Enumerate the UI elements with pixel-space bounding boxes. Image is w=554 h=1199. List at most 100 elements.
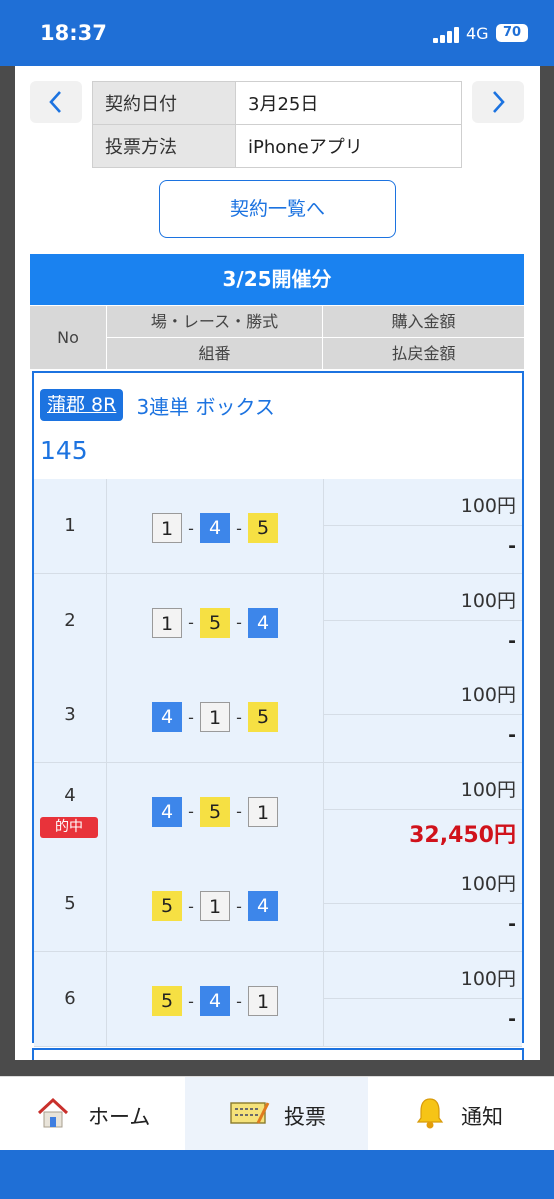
- bell-icon: [416, 1098, 444, 1129]
- status-bar: 18:37 4G 70: [0, 0, 554, 66]
- bet-row: 5 5-1-4 100円 -: [34, 857, 522, 953]
- selected-numbers: 145: [40, 436, 88, 465]
- col-payout: 払戻金額: [323, 338, 524, 369]
- vote-method-value: iPhoneアプリ: [235, 124, 462, 168]
- next-button[interactable]: [472, 81, 524, 123]
- bet-row: 6 5-4-1 100円 -: [34, 952, 522, 1047]
- combo: 1-5-4: [107, 607, 323, 638]
- tab-vote-label: 投票: [284, 1105, 326, 1129]
- combo: 5-1-4: [107, 891, 323, 922]
- row-amount-cell: 100円 -: [324, 574, 522, 668]
- boat-number-chip: 5: [152, 986, 182, 1016]
- row-divider: [34, 1046, 522, 1047]
- prev-button[interactable]: [30, 81, 82, 123]
- bet-row: 2 1-5-4 100円 -: [34, 573, 522, 669]
- row-amount-cell: 100円 -: [324, 857, 522, 951]
- buy-amount: 100円: [460, 873, 516, 896]
- section-title: 3/25開催分: [30, 254, 524, 305]
- boat-number-chip: 4: [248, 607, 278, 638]
- boat-number-chip: 1: [200, 891, 230, 922]
- combo: 1-4-5: [107, 513, 323, 543]
- status-time: 18:37: [40, 21, 107, 45]
- buy-amount: 100円: [460, 589, 516, 612]
- row-amount-cell: 100円 -: [324, 479, 522, 573]
- chevron-right-icon: [493, 91, 505, 113]
- row-combo-cell: 5-1-4: [107, 857, 324, 952]
- contract-info-table: 契約日付 3月25日 投票方法 iPhoneアプリ: [92, 81, 462, 168]
- tab-home[interactable]: ホーム: [0, 1077, 184, 1151]
- buy-amount: 100円: [460, 778, 516, 801]
- vote-method-label: 投票方法: [92, 124, 236, 168]
- home-icon: [37, 1097, 69, 1128]
- boat-number-chip: 4: [200, 513, 230, 543]
- tab-notify[interactable]: 通知: [369, 1077, 554, 1151]
- boat-number-chip: 5: [152, 891, 182, 922]
- combo-separator: -: [236, 802, 242, 822]
- row-number: 1: [64, 515, 76, 536]
- combo-separator: -: [236, 707, 242, 727]
- col-combo: 組番: [107, 338, 322, 369]
- row-amount-cell: 100円 -: [324, 668, 522, 762]
- col-buy: 購入金額: [323, 306, 524, 337]
- buy-amount: 100円: [460, 968, 516, 990]
- bet-card: 蒲郡 8R 3連単 ボックス 145 1 1-4-5 100円 - 2 1-5-…: [32, 371, 524, 1047]
- combo-separator: -: [188, 707, 194, 727]
- network-type: 4G: [466, 24, 489, 43]
- boat-number-chip: 1: [152, 513, 182, 543]
- row-number: 2: [64, 609, 76, 631]
- venue-link[interactable]: 蒲郡 8R: [40, 389, 124, 421]
- boat-number-chip: 1: [152, 607, 182, 638]
- payout-amount: -: [508, 629, 516, 652]
- tab-vote[interactable]: 投票: [185, 1077, 368, 1151]
- amount-divider: [324, 619, 522, 621]
- row-no-cell: 6: [34, 952, 107, 1046]
- combo: 5-4-1: [107, 986, 323, 1016]
- amount-divider: [324, 714, 522, 716]
- bet-row: 1 1-4-5 100円 -: [34, 479, 522, 574]
- boat-number-chip: 4: [200, 986, 230, 1016]
- amount-divider: [324, 525, 522, 526]
- race-title: 蒲郡 8R 3連単 ボックス: [40, 389, 275, 423]
- boat-number-chip: 1: [248, 796, 278, 827]
- row-combo-cell: 4-1-5: [107, 668, 324, 763]
- buy-amount: 100円: [460, 684, 516, 707]
- combo-separator: -: [236, 896, 242, 916]
- amount-divider: [324, 808, 522, 810]
- payout-amount: -: [508, 1008, 516, 1030]
- row-number: 4: [64, 784, 76, 806]
- payout-amount: -: [508, 913, 516, 936]
- combo-separator: -: [236, 613, 242, 633]
- row-no-cell: 1: [34, 479, 107, 573]
- tab-home-label: ホーム: [88, 1105, 151, 1129]
- buy-amount: 100円: [460, 495, 516, 517]
- combo-separator: -: [188, 896, 194, 916]
- chevron-left-icon: [49, 91, 61, 113]
- row-no-cell: 5: [34, 857, 107, 952]
- row-number: 5: [64, 893, 76, 915]
- amount-divider: [324, 903, 522, 905]
- col-race: 場・レース・勝式: [107, 306, 322, 337]
- contract-date-row: 契約日付 3月25日: [92, 81, 462, 125]
- row-amount-cell: 100円 -: [324, 952, 522, 1046]
- col-no: No: [30, 306, 106, 369]
- bet-row: 4 的中 4-5-1 100円 32,450円: [34, 762, 522, 858]
- combo-separator: -: [188, 802, 194, 822]
- boat-number-chip: 5: [200, 796, 230, 827]
- payout-amount: -: [508, 724, 516, 747]
- boat-number-chip: 4: [152, 796, 182, 827]
- combo-separator: -: [236, 991, 242, 1011]
- combo-separator: -: [188, 518, 194, 538]
- row-combo-cell: 5-4-1: [107, 952, 324, 1046]
- row-no-cell: 4 的中: [34, 762, 107, 857]
- tab-notify-label: 通知: [461, 1105, 503, 1129]
- row-amount-cell: 100円 32,450円: [324, 763, 522, 857]
- combo-separator: -: [188, 613, 194, 633]
- row-combo-cell: 1-4-5: [107, 479, 324, 573]
- signal-icon: [433, 27, 459, 43]
- contract-list-button[interactable]: 契約一覧へ: [159, 180, 396, 238]
- combo: 4-5-1: [107, 796, 323, 827]
- boat-number-chip: 4: [152, 702, 182, 733]
- bottom-bar: [0, 1150, 554, 1199]
- boat-number-chip: 1: [200, 702, 230, 733]
- payout-amount: -: [508, 535, 516, 557]
